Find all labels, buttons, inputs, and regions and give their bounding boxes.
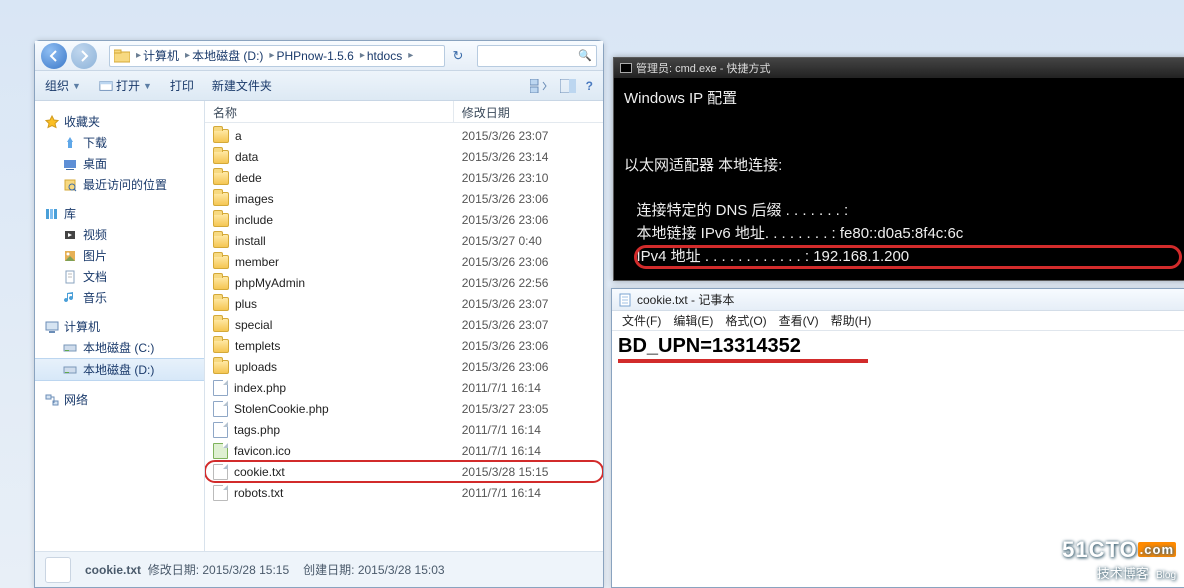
- notepad-menu-item[interactable]: 帮助(H): [827, 311, 876, 330]
- forward-button[interactable]: [71, 43, 97, 69]
- network-header[interactable]: 网络: [35, 389, 204, 410]
- file-list: 名称 修改日期 a2015/3/26 23:07data2015/3/26 23…: [205, 101, 603, 551]
- file-row[interactable]: install2015/3/27 0:40: [205, 230, 603, 251]
- folder-icon: [213, 297, 229, 311]
- explorer-nav-bar: ▸计算机▸本地磁盘 (D:)▸PHPnow-1.5.6▸htdocs▸ ↻ 🔍: [35, 41, 603, 71]
- php-file-icon: [213, 380, 228, 396]
- refresh-button[interactable]: ↻: [449, 48, 467, 64]
- organize-menu[interactable]: 组织 ▼: [45, 77, 81, 94]
- folder-icon: [213, 255, 229, 269]
- column-date-header[interactable]: 修改日期: [454, 101, 603, 122]
- new-folder-button[interactable]: 新建文件夹: [212, 77, 272, 94]
- notepad-menu-item[interactable]: 编辑(E): [669, 311, 717, 330]
- folder-icon: [213, 150, 229, 164]
- status-bar: cookie.txt 修改日期: 2015/3/28 15:15 创建日期: 2…: [35, 551, 603, 587]
- watermark: 51CTO.com 技术博客 Blog: [1062, 537, 1176, 582]
- php-file-icon: [213, 401, 228, 417]
- navigation-pane: 收藏夹 下载桌面最近访问的位置 库 视频图片文档音乐 计算机 本地磁盘 (C:)…: [35, 101, 205, 551]
- nav-drive-item[interactable]: 本地磁盘 (D:): [35, 358, 204, 381]
- breadcrumb[interactable]: ▸PHPnow-1.5.6: [269, 49, 353, 63]
- folder-icon: [213, 171, 229, 185]
- file-row[interactable]: data2015/3/26 23:14: [205, 146, 603, 167]
- folder-icon: [114, 49, 130, 63]
- php-file-icon: [213, 422, 228, 438]
- txt-file-icon: [213, 464, 228, 480]
- view-button[interactable]: [530, 79, 550, 93]
- file-row[interactable]: uploads2015/3/26 23:06: [205, 356, 603, 377]
- file-row[interactable]: special2015/3/26 23:07: [205, 314, 603, 335]
- folder-icon: [213, 129, 229, 143]
- favorites-header[interactable]: 收藏夹: [35, 111, 204, 132]
- nav-library-item[interactable]: 音乐: [35, 287, 204, 308]
- cmd-icon: [620, 63, 632, 73]
- cmd-output: Windows IP 配置 以太网适配器 本地连接: 连接特定的 DNS 后缀 …: [614, 78, 1184, 277]
- nav-library-item[interactable]: 视频: [35, 224, 204, 245]
- breadcrumb[interactable]: ▸计算机: [136, 47, 179, 64]
- notepad-menu-item[interactable]: 查看(V): [775, 311, 823, 330]
- notepad-icon: [618, 293, 632, 307]
- txt-file-icon: [213, 485, 228, 501]
- file-row[interactable]: StolenCookie.php2015/3/27 23:05: [205, 398, 603, 419]
- file-row[interactable]: phpMyAdmin2015/3/26 22:56: [205, 272, 603, 293]
- nav-favorite-item[interactable]: 桌面: [35, 153, 204, 174]
- back-button[interactable]: [41, 43, 67, 69]
- nav-favorite-item[interactable]: 最近访问的位置: [35, 174, 204, 195]
- file-row[interactable]: a2015/3/26 23:07: [205, 125, 603, 146]
- preview-pane-button[interactable]: [560, 79, 576, 93]
- explorer-toolbar: 组织 ▼ 打开 ▼ 打印 新建文件夹 ?: [35, 71, 603, 101]
- address-bar[interactable]: ▸计算机▸本地磁盘 (D:)▸PHPnow-1.5.6▸htdocs▸: [109, 45, 445, 67]
- search-box[interactable]: 🔍: [477, 45, 597, 67]
- file-row[interactable]: cookie.txt2015/3/28 15:15: [205, 461, 603, 482]
- computer-header[interactable]: 计算机: [35, 316, 204, 337]
- ico-file-icon: [213, 443, 228, 459]
- nav-library-item[interactable]: 图片: [35, 245, 204, 266]
- folder-icon: [213, 318, 229, 332]
- breadcrumb[interactable]: ▸本地磁盘 (D:): [185, 47, 263, 64]
- file-row[interactable]: index.php2011/7/1 16:14: [205, 377, 603, 398]
- folder-icon: [213, 339, 229, 353]
- file-row[interactable]: dede2015/3/26 23:10: [205, 167, 603, 188]
- open-menu[interactable]: 打开 ▼: [99, 77, 152, 94]
- folder-icon: [213, 234, 229, 248]
- notepad-menu: 文件(F)编辑(E)格式(O) 查看(V)帮助(H): [612, 311, 1184, 331]
- notepad-titlebar[interactable]: cookie.txt - 记事本: [612, 289, 1184, 311]
- status-thumbnail-icon: [45, 557, 71, 583]
- nav-favorite-item[interactable]: 下载: [35, 132, 204, 153]
- explorer-window: ▸计算机▸本地磁盘 (D:)▸PHPnow-1.5.6▸htdocs▸ ↻ 🔍 …: [34, 40, 604, 588]
- file-row[interactable]: images2015/3/26 23:06: [205, 188, 603, 209]
- file-row[interactable]: templets2015/3/26 23:06: [205, 335, 603, 356]
- highlight-annotation: [618, 359, 868, 363]
- nav-drive-item[interactable]: 本地磁盘 (C:): [35, 337, 204, 358]
- folder-icon: [213, 276, 229, 290]
- nav-library-item[interactable]: 文档: [35, 266, 204, 287]
- folder-icon: [213, 192, 229, 206]
- file-row[interactable]: member2015/3/26 23:06: [205, 251, 603, 272]
- cmd-window: 管理员: cmd.exe - 快捷方式 Windows IP 配置 以太网适配器…: [613, 57, 1184, 281]
- file-row[interactable]: include2015/3/26 23:06: [205, 209, 603, 230]
- help-button[interactable]: ?: [586, 79, 593, 93]
- file-row[interactable]: favicon.ico2011/7/1 16:14: [205, 440, 603, 461]
- column-name-header[interactable]: 名称: [205, 101, 454, 122]
- file-row[interactable]: plus2015/3/26 23:07: [205, 293, 603, 314]
- notepad-menu-item[interactable]: 文件(F): [618, 311, 665, 330]
- folder-icon: [213, 213, 229, 227]
- notepad-menu-item[interactable]: 格式(O): [721, 311, 770, 330]
- library-header[interactable]: 库: [35, 203, 204, 224]
- cmd-titlebar[interactable]: 管理员: cmd.exe - 快捷方式: [614, 58, 1184, 78]
- print-button[interactable]: 打印: [170, 77, 194, 94]
- notepad-content[interactable]: BD_UPN=13314352: [618, 335, 801, 357]
- file-row[interactable]: tags.php2011/7/1 16:14: [205, 419, 603, 440]
- breadcrumb[interactable]: ▸htdocs: [360, 49, 402, 63]
- folder-icon: [213, 360, 229, 374]
- file-row[interactable]: robots.txt2011/7/1 16:14: [205, 482, 603, 503]
